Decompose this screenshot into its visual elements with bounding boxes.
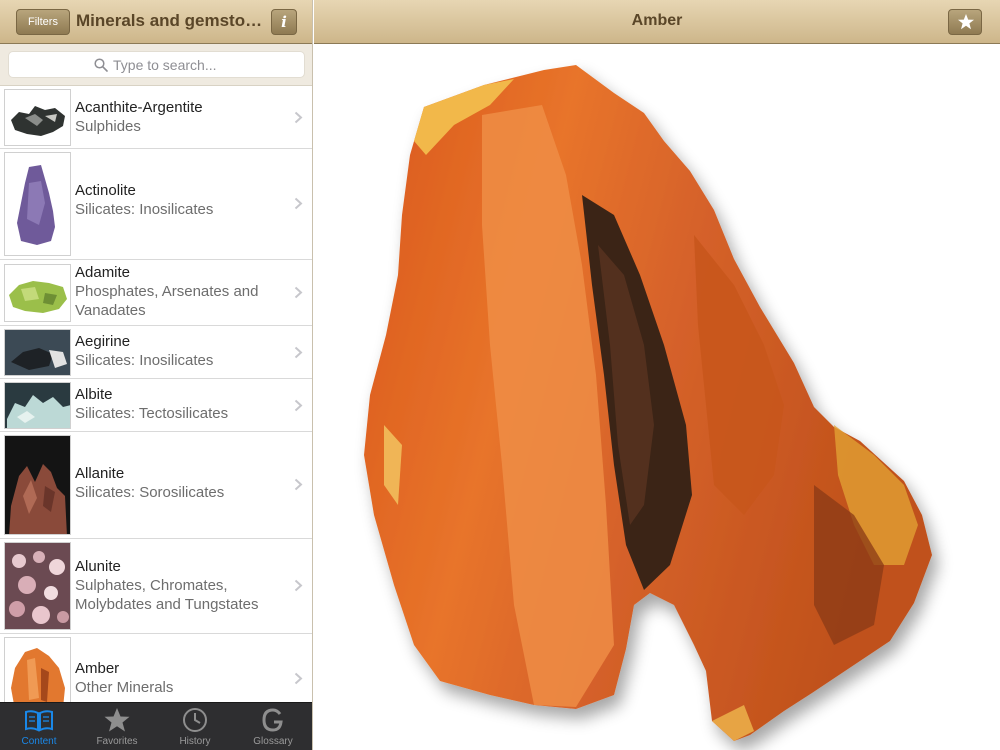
tab-label: Content: [21, 736, 57, 747]
mineral-category: Silicates: Tectosilicates: [75, 405, 229, 422]
tab-label: History: [179, 736, 211, 747]
star-icon: [104, 708, 130, 732]
mineral-thumbnail: [4, 89, 71, 146]
glossary-g-icon: [262, 708, 283, 732]
list-item[interactable]: Actinolite Silicates: Inosilicates: [0, 149, 312, 260]
mineral-thumbnail: [4, 542, 71, 630]
mineral-category: Phosphates, Arsenates and Vanadates: [75, 283, 259, 319]
tab-bar: Content Favorites History Glossary: [0, 702, 312, 750]
mineral-name: Amber: [75, 660, 120, 677]
mineral-name: Adamite: [75, 264, 131, 281]
filters-button[interactable]: Filters: [16, 9, 70, 35]
mineral-thumbnail: [4, 152, 71, 256]
chevron-right-icon: [294, 197, 303, 210]
mineral-name: Actinolite: [75, 182, 136, 199]
tab-glossary[interactable]: Glossary: [234, 703, 312, 750]
search-input[interactable]: [113, 52, 293, 77]
list-item[interactable]: Acanthite-Argentite Sulphides: [0, 86, 312, 149]
mineral-category: Sulphides: [75, 118, 141, 135]
mineral-thumbnail: [4, 637, 71, 702]
tab-label: Favorites: [96, 736, 138, 747]
master-pane: Filters Minerals and gemstones i Acant: [0, 0, 313, 750]
list-item[interactable]: Aegirine Silicates: Inosilicates: [0, 326, 312, 379]
chevron-right-icon: [294, 399, 303, 412]
mineral-category: Silicates: Inosilicates: [75, 352, 214, 369]
detail-title: Amber: [631, 12, 683, 29]
search-bar: [0, 44, 312, 86]
mineral-name: Albite: [75, 386, 113, 403]
list-item[interactable]: Allanite Silicates: Sorosilicates: [0, 432, 312, 539]
chevron-right-icon: [294, 478, 303, 491]
clock-icon: [183, 708, 207, 732]
chevron-right-icon: [294, 579, 303, 592]
mineral-thumbnail: [4, 264, 71, 322]
add-favorite-button[interactable]: [948, 9, 982, 35]
mineral-thumbnail: [4, 382, 71, 429]
detail-navbar: Amber: [314, 0, 1000, 44]
tab-history[interactable]: History: [156, 703, 234, 750]
master-navbar: Filters Minerals and gemstones i: [0, 0, 312, 44]
mineral-image-view: [314, 45, 1000, 750]
mineral-category: Other Minerals: [75, 679, 174, 696]
chevron-right-icon: [294, 346, 303, 359]
chevron-right-icon: [294, 111, 303, 124]
tab-content[interactable]: Content: [0, 703, 78, 750]
mineral-name: Alunite: [75, 558, 121, 575]
book-icon: [25, 710, 53, 732]
search-icon: [94, 58, 108, 72]
list-item[interactable]: Albite Silicates: Tectosilicates: [0, 379, 312, 432]
info-button[interactable]: i: [271, 9, 297, 35]
mineral-category: Silicates: Sorosilicates: [75, 484, 225, 501]
mineral-category: Silicates: Inosilicates: [75, 201, 214, 218]
mineral-name: Aegirine: [75, 333, 131, 350]
mineral-category: Sulphates, Chromates, Molybdates and Tun…: [75, 577, 259, 613]
chevron-right-icon: [294, 286, 303, 299]
list-item[interactable]: Adamite Phosphates, Arsenates and Vanada…: [0, 260, 312, 326]
mineral-thumbnail: [4, 329, 71, 376]
mineral-thumbnail: [4, 435, 71, 535]
star-icon: [958, 14, 974, 30]
mineral-name: Allanite: [75, 465, 125, 482]
list-item[interactable]: Alunite Sulphates, Chromates, Molybdates…: [0, 539, 312, 634]
mineral-name: Acanthite-Argentite: [75, 99, 203, 116]
search-field[interactable]: [8, 51, 305, 78]
tab-label: Glossary: [253, 736, 293, 747]
amber-specimen-image: [364, 65, 932, 741]
list-item[interactable]: Amber Other Minerals: [0, 634, 312, 702]
tab-favorites[interactable]: Favorites: [78, 703, 156, 750]
master-title: Minerals and gemstones: [76, 11, 266, 30]
chevron-right-icon: [294, 672, 303, 685]
mineral-list: Acanthite-Argentite Sulphides Actinolite…: [0, 86, 312, 702]
